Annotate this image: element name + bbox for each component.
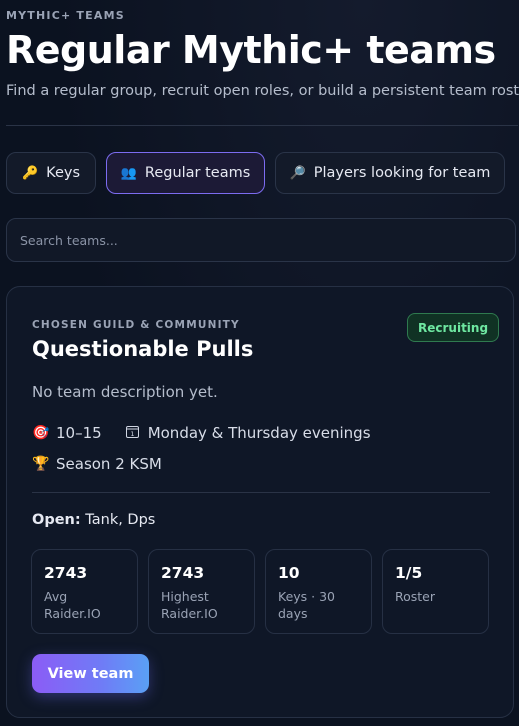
header-divider [6, 125, 518, 126]
open-roles: Open: Tank, Dps [32, 512, 155, 528]
stat-label: Avg Raider.IO [44, 589, 101, 621]
stat-value: 10 [278, 564, 300, 582]
stat-value: 2743 [44, 564, 88, 582]
view-team-button[interactable]: View team [32, 654, 149, 693]
card-divider [32, 492, 490, 493]
status-badge: Recruiting [407, 313, 500, 342]
tab-keys[interactable]: 🔑 Keys [6, 152, 96, 194]
team-name: Questionable Pulls [32, 337, 254, 361]
team-goal: Season 2 KSM [56, 455, 162, 473]
stat-roster: 1/5 Roster [382, 549, 489, 634]
team-description: No team description yet. [32, 383, 218, 401]
tab-regular-teams-label: Regular teams [144, 165, 251, 181]
page-subtitle: Find a regular group, recruit open roles… [6, 83, 519, 99]
schedule: Monday & Thursday evenings [147, 424, 371, 442]
page-title: Regular Mythic+ teams [6, 28, 496, 72]
key-range: 10–15 [56, 424, 102, 442]
search-input[interactable] [6, 218, 516, 262]
team-card-eyebrow: CHOSEN GUILD & COMMUNITY [32, 319, 240, 331]
key-icon: 🔑 [21, 165, 39, 181]
svg-text:1: 1 [131, 430, 135, 438]
people-icon: 👥 [120, 165, 137, 181]
team-card: CHOSEN GUILD & COMMUNITY Questionable Pu… [6, 286, 514, 718]
stat-avg-raiderio: 2743 Avg Raider.IO [31, 549, 138, 634]
team-meta-row: 🎯 10–15 1 Monday & Thursday evenings [32, 424, 371, 442]
trophy-icon: 🏆 [32, 456, 50, 472]
tab-regular-teams[interactable]: 👥 Regular teams [106, 152, 265, 194]
tab-players-looking-label: Players looking for team [313, 165, 491, 181]
magnifier-icon: 🔎 [289, 165, 306, 181]
stat-label: Highest Raider.IO [161, 589, 218, 621]
open-roles-label: Open: [32, 512, 81, 528]
stat-highest-raiderio: 2743 Highest Raider.IO [148, 549, 255, 634]
tab-keys-label: Keys [46, 165, 81, 181]
stat-label: Keys · 30 days [278, 589, 336, 621]
team-goal-row: 🏆 Season 2 KSM [32, 455, 162, 473]
open-roles-value: Tank, Dps [85, 512, 156, 528]
target-icon: 🎯 [32, 425, 50, 441]
page-eyebrow: MYTHIC+ TEAMS [6, 9, 125, 22]
calendar-icon: 1 [124, 425, 142, 442]
stat-value: 2743 [161, 564, 205, 582]
stat-keys-30-days: 10 Keys · 30 days [265, 549, 372, 634]
stat-label: Roster [395, 589, 436, 604]
tab-players-looking[interactable]: 🔎 Players looking for team [275, 152, 505, 194]
stat-value: 1/5 [395, 564, 423, 582]
